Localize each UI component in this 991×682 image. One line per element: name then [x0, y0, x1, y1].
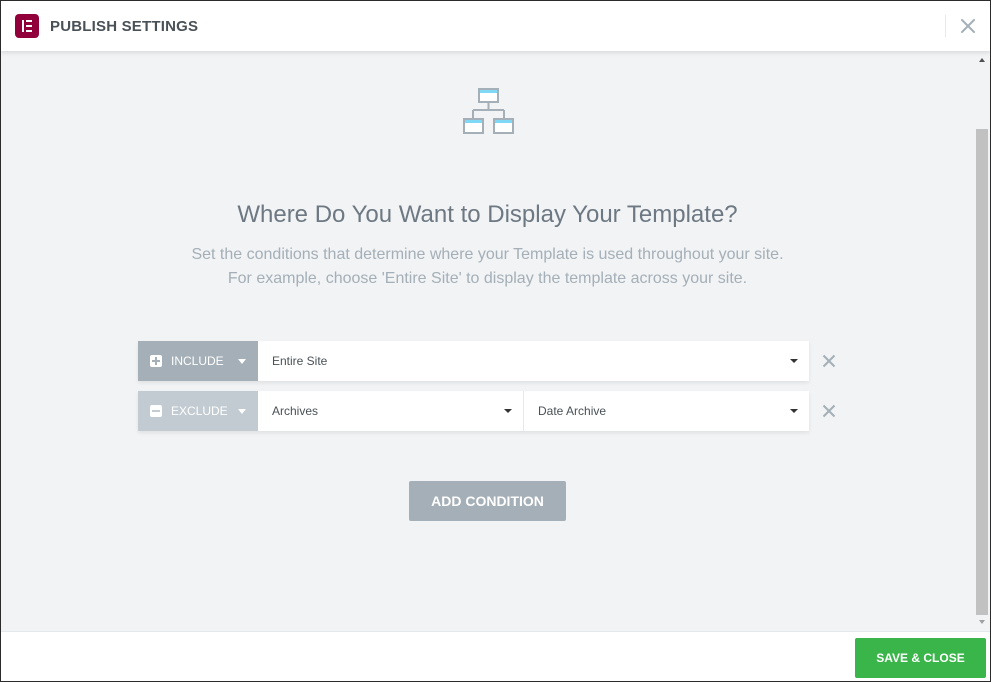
condition-row: INCLUDE Entire Site [138, 341, 809, 381]
condition-type-label: INCLUDE [171, 354, 224, 368]
elementor-logo-icon [15, 14, 39, 38]
condition-select-entire-site[interactable]: Entire Site [258, 341, 809, 381]
chevron-down-icon [238, 409, 246, 414]
remove-condition-icon[interactable] [822, 404, 836, 418]
select-value: Entire Site [272, 354, 328, 368]
condition-row: EXCLUDE Archives Date Archive [138, 391, 809, 431]
dialog-content: Where Do You Want to Display Your Templa… [1, 51, 974, 631]
vertical-scrollbar[interactable] [974, 51, 990, 631]
condition-select-archives[interactable]: Archives [258, 391, 524, 431]
plus-square-icon [150, 355, 162, 367]
minus-square-icon [150, 405, 162, 417]
scrollbar-thumb[interactable] [976, 129, 988, 615]
close-icon[interactable] [959, 17, 977, 35]
dialog-header: PUBLISH SETTINGS [1, 1, 990, 51]
chevron-down-icon [504, 409, 512, 413]
scroll-up-arrow-icon[interactable] [979, 58, 985, 62]
dialog-footer: SAVE & CLOSE [1, 631, 990, 681]
conditions-description-example: For example, choose 'Entire Site' to dis… [227, 270, 748, 287]
select-value: Date Archive [538, 404, 607, 418]
header-divider [945, 15, 946, 37]
dialog-title: PUBLISH SETTINGS [50, 18, 199, 35]
include-type-dropdown[interactable]: INCLUDE [138, 341, 258, 381]
conditions-description: Set the conditions that determine where … [191, 246, 784, 263]
exclude-type-dropdown[interactable]: EXCLUDE [138, 391, 258, 431]
chevron-down-icon [790, 359, 798, 363]
save-and-close-button[interactable]: SAVE & CLOSE [855, 638, 986, 678]
publish-settings-dialog: PUBLISH SETTINGS Where Do You Want to Di… [0, 0, 991, 682]
condition-select-date-archive[interactable]: Date Archive [524, 391, 809, 431]
scroll-down-arrow-icon[interactable] [979, 620, 985, 624]
add-condition-button[interactable]: ADD CONDITION [409, 481, 566, 521]
conditions-heading: Where Do You Want to Display Your Templa… [237, 201, 738, 228]
site-hierarchy-icon [463, 88, 514, 134]
chevron-down-icon [790, 409, 798, 413]
condition-type-label: EXCLUDE [171, 404, 228, 418]
chevron-down-icon [238, 359, 246, 364]
remove-condition-icon[interactable] [822, 354, 836, 368]
select-value: Archives [272, 404, 319, 418]
